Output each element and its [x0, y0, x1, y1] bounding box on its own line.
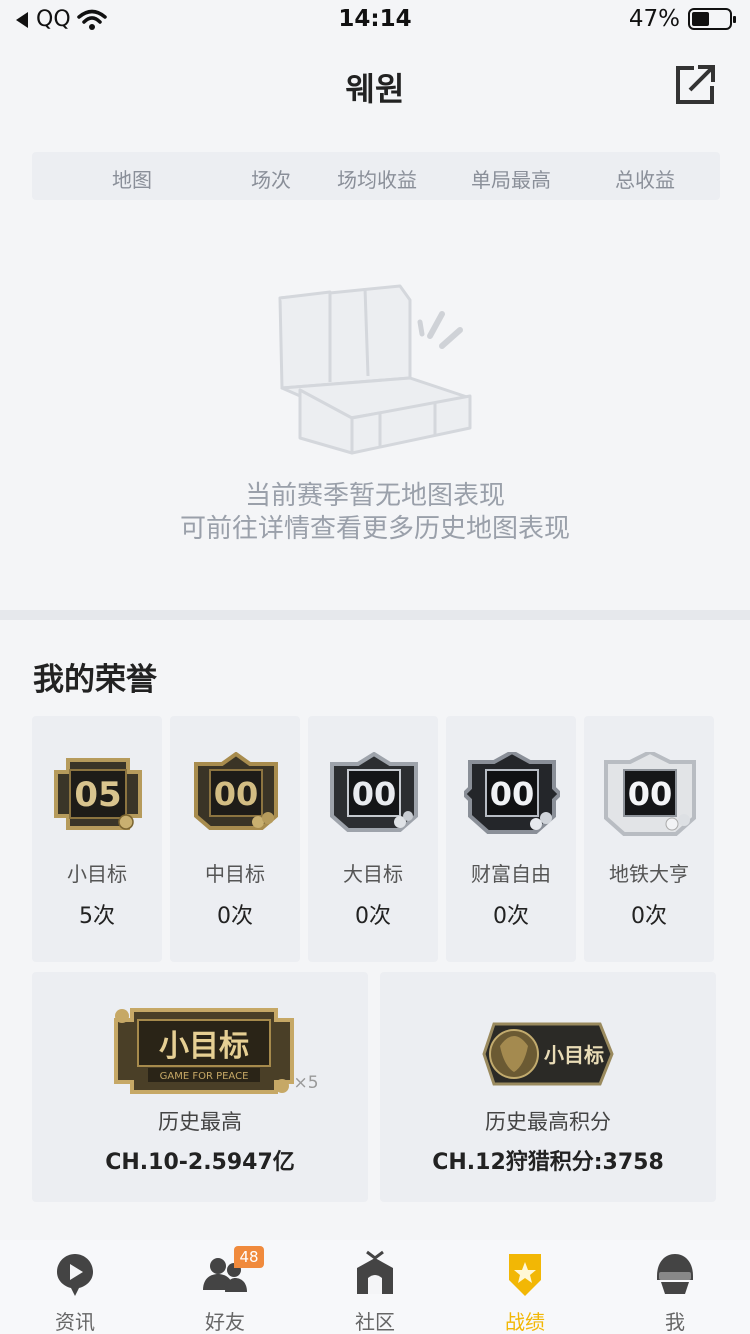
small-goal-badge-icon: 05 [54, 758, 142, 830]
honor-count: 0次 [217, 904, 253, 929]
share-external-icon[interactable] [672, 62, 718, 108]
tab-label: 资讯 [55, 1310, 95, 1334]
column-header-map: 地图 [112, 168, 152, 192]
tab-records[interactable]: 战绩 [450, 1240, 600, 1334]
honor-count: 0次 [355, 904, 391, 929]
tab-label: 社区 [355, 1310, 395, 1334]
community-house-icon [357, 1250, 393, 1294]
friends-notification-badge: 48 [234, 1246, 264, 1268]
status-bar: QQ 14:14 47% [0, 0, 750, 42]
best-record-card[interactable]: 小目标 GAME FOR PEACE ×5 历史最高 CH.10-2.5947亿 [32, 972, 368, 1202]
honor-name: 小目标 [67, 862, 127, 886]
hunt-score-badge-icon: 小目标 [482, 1022, 614, 1086]
empty-box-illustration [278, 284, 472, 455]
honors-section-title: 我的荣誉 [33, 662, 157, 698]
map-stats-table-header: 地图 场次 场均收益 单局最高 总收益 [32, 152, 720, 200]
svg-text:00: 00 [628, 775, 673, 813]
svg-text:小目标: 小目标 [159, 1029, 249, 1064]
best-score-label: 历史最高积分 [485, 1110, 611, 1134]
section-divider [0, 610, 750, 620]
battery-icon [688, 8, 736, 30]
empty-state-line1: 当前赛季暂无地图表现 [244, 481, 505, 511]
column-header-avg-earnings: 场均收益 [337, 168, 417, 192]
best-record-label: 历史最高 [158, 1110, 242, 1134]
tab-news[interactable]: 资讯 [0, 1240, 150, 1334]
honor-card-small-goal[interactable]: 05 小目标 5次 [32, 716, 162, 962]
big-goal-badge-icon: 00 [330, 752, 418, 832]
tab-label: 战绩 [505, 1310, 545, 1334]
svg-text:00: 00 [214, 775, 259, 813]
column-header-best-match: 单局最高 [471, 168, 551, 192]
empty-state-message: 当前赛季暂无地图表现 可前往详情查看更多历史地图表现 [0, 480, 750, 546]
honor-card-big-goal[interactable]: 00 大目标 0次 [308, 716, 438, 962]
honor-name: 财富自由 [471, 862, 551, 886]
battery-percent: 47% [628, 6, 680, 32]
honor-name: 大目标 [343, 862, 403, 886]
nav-header: 웨원 [0, 50, 750, 120]
small-goal-plaque-icon: 小目标 GAME FOR PEACE ×5 [114, 1008, 319, 1094]
record-shield-star-icon [509, 1254, 541, 1296]
bottom-tab-bar: 资讯 48 好友 社区 战绩 我 [0, 1240, 750, 1334]
honor-count: 0次 [631, 904, 667, 929]
svg-text:小目标: 小目标 [544, 1043, 604, 1067]
best-score-value: CH.12狩猎积分:3758 [432, 1150, 664, 1175]
subway-tycoon-badge-icon: 00 [604, 752, 696, 836]
tab-label: 我 [665, 1310, 685, 1334]
financial-freedom-badge-icon: 00 [464, 752, 560, 834]
medium-goal-badge-icon: 00 [194, 752, 278, 830]
honor-name: 地铁大亨 [609, 862, 689, 886]
best-score-card[interactable]: 小目标 历史最高积分 CH.12狩猎积分:3758 [380, 972, 716, 1202]
empty-state-line2: 可前往详情查看更多历史地图表现 [179, 514, 570, 544]
tab-community[interactable]: 社区 [300, 1240, 450, 1334]
tab-friends[interactable]: 48 好友 [150, 1240, 300, 1334]
honor-card-subway-tycoon[interactable]: 00 地铁大亨 0次 [584, 716, 714, 962]
honor-count: 5次 [79, 904, 115, 929]
column-header-total-earnings: 总收益 [615, 168, 675, 192]
helmet-profile-icon [657, 1254, 693, 1294]
tab-label: 好友 [205, 1310, 245, 1334]
best-record-value: CH.10-2.5947亿 [105, 1150, 295, 1175]
status-right: 47% [628, 6, 736, 32]
honor-card-financial-freedom[interactable]: 00 财富自由 0次 [446, 716, 576, 962]
svg-text:00: 00 [352, 775, 397, 813]
svg-text:00: 00 [490, 775, 535, 813]
svg-text:GAME FOR PEACE: GAME FOR PEACE [160, 1071, 249, 1082]
page-title: 웨원 [345, 70, 405, 108]
honor-card-medium-goal[interactable]: 00 中目标 0次 [170, 716, 300, 962]
honor-count: 0次 [493, 904, 529, 929]
svg-text:×5: ×5 [293, 1073, 318, 1093]
honors-row: 05 小目标 5次 00 中目标 0次 00 大目标 0次 00 财富自由 0次… [32, 716, 720, 962]
news-play-icon [57, 1254, 93, 1296]
svg-text:05: 05 [74, 775, 121, 815]
tab-me[interactable]: 我 [600, 1240, 750, 1334]
honor-name: 中目标 [205, 862, 265, 886]
column-header-matches: 场次 [251, 168, 291, 192]
